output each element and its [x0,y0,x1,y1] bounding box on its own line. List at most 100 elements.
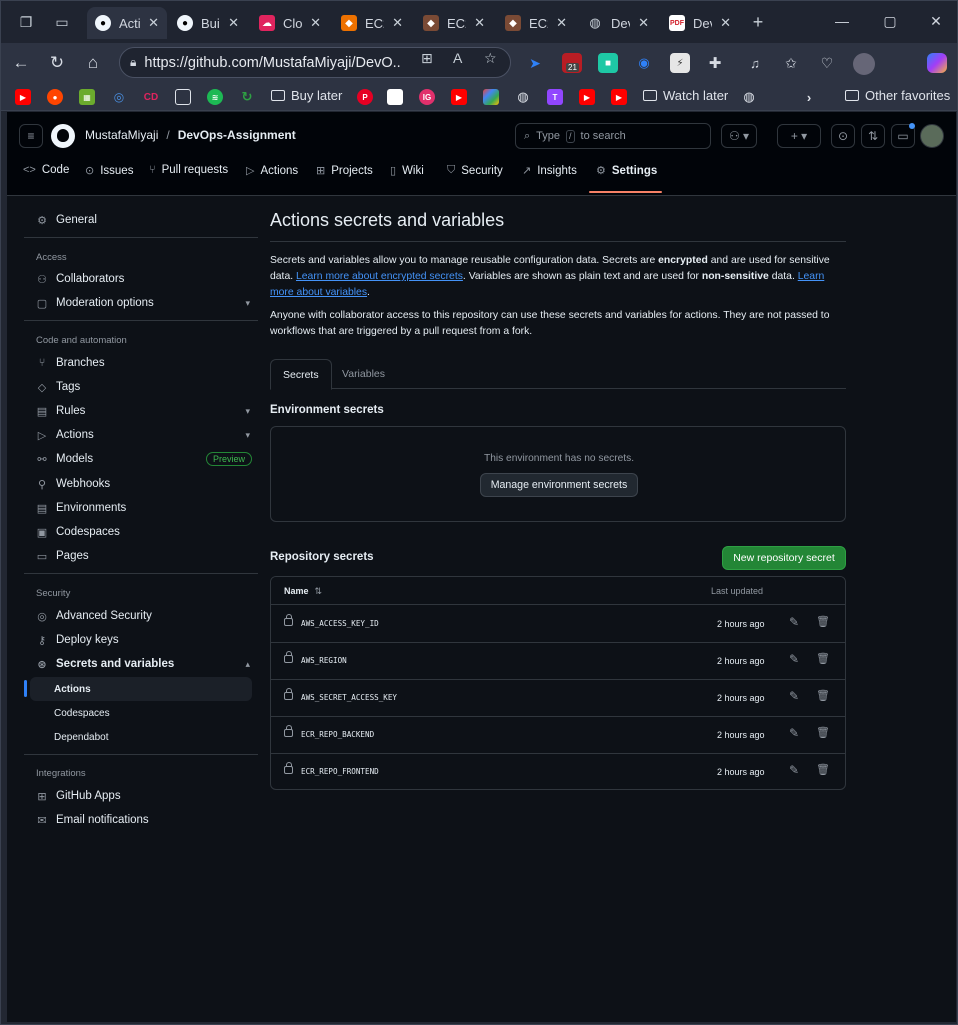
sidebar-item-branches[interactable]: ⑂ Branches [24,351,258,375]
new-tab-button[interactable]: + [747,11,769,33]
globe-icon[interactable]: ◍ [741,89,757,105]
pinterest-icon[interactable]: P [357,89,373,105]
pencil-edit-icon[interactable]: ✎ [789,689,799,703]
browser-essentials-icon[interactable]: ♡ [817,53,837,73]
close-tab-icon[interactable]: ✕ [228,15,239,31]
refresh-bookmark-icon[interactable]: ↻ [239,89,255,105]
tab-settings[interactable]: ⚙ Settings [596,164,657,178]
bookmark-icon[interactable] [387,89,403,105]
extension-icon[interactable]: 21 [562,53,582,73]
wifi-extension-icon[interactable]: ◉ [634,53,654,73]
browser-tab[interactable]: ◆ EC2 ✕ [415,7,493,39]
close-window-icon[interactable]: ✕ [921,9,951,33]
sidebar-subitem-dependabot[interactable]: Dependabot [30,725,252,749]
favorites-icon[interactable]: ✩ [781,53,801,73]
bookmark-folder-other-favorites[interactable]: Other favorites [845,88,950,103]
youtube-icon[interactable]: ▶ [579,89,595,105]
browser-tab[interactable]: ☁ Clou ✕ [251,7,329,39]
manage-environment-secrets-button[interactable]: Manage environment secrets [480,473,638,497]
extension-icon[interactable]: ⚡ [670,53,690,73]
browser-tab[interactable]: ◆ EC2 ✕ [497,7,575,39]
instagram-icon[interactable]: IG [419,89,435,105]
close-tab-icon[interactable]: ✕ [720,15,731,31]
sidebar-item-secrets-and-variables[interactable]: ⊛ Secrets and variables ▴ [24,652,258,676]
owner-link[interactable]: MustafaMiyaji [85,128,158,142]
tab-insights[interactable]: ↗ Insights [522,164,577,178]
favorite-star-icon[interactable]: ☆ [484,50,497,67]
reddit-icon[interactable]: ● [47,89,63,105]
bookmark-icon[interactable] [483,89,499,105]
twitch-icon[interactable]: T [547,89,563,105]
sort-icon[interactable]: ⇅ [315,586,323,597]
browser-tab[interactable]: PDF Dev ✕ [661,7,739,39]
sidebar-item-environments[interactable]: ▤ Environments [24,496,258,520]
chevron-right-icon[interactable]: › [801,89,817,105]
apps-icon[interactable]: ⊞ [421,50,433,67]
sidebar-subitem-codespaces[interactable]: Codespaces [30,701,252,725]
column-name[interactable]: Name ⇅ [284,586,322,597]
pencil-edit-icon[interactable]: ✎ [789,652,799,666]
trash-delete-icon[interactable]: 🗑︎ [816,763,830,776]
media-icon[interactable]: ♫ [745,53,765,73]
close-tab-icon[interactable]: ✕ [392,15,403,31]
bookmark-folder-buy-later[interactable]: Buy later [271,88,342,103]
minimize-icon[interactable]: — [827,9,857,33]
github-logo-icon[interactable] [51,124,75,148]
sidebar-item-general[interactable]: ⚙ General [24,208,258,232]
encrypted-secrets-link[interactable]: Learn more about encrypted secrets [296,271,463,282]
tab-actions[interactable]: ▷ Actions [246,164,298,178]
pencil-edit-icon[interactable]: ✎ [789,726,799,740]
puzzle-extensions-icon[interactable]: ✚ [705,53,725,73]
sidebar-item-rules[interactable]: ▤ Rules ▾ [24,399,258,423]
tab-actions-icon[interactable]: ▭ [51,11,73,33]
browser-tab-active[interactable]: ● Acti ✕ [87,7,167,39]
extension-icon[interactable]: ■ [598,53,618,73]
gamepad-icon[interactable]: ◎ [111,89,127,105]
new-repository-secret-button[interactable]: New repository secret [722,546,846,570]
youtube-icon[interactable]: ▶ [15,89,31,105]
browser-tab[interactable]: ● Buil ✕ [169,7,247,39]
tab-pull-requests[interactable]: ⑂ Pull requests [149,164,228,176]
close-tab-icon[interactable]: ✕ [474,15,485,31]
sidebar-item-pages[interactable]: ▭ Pages [24,544,258,568]
trash-delete-icon[interactable]: 🗑︎ [816,726,830,739]
hamburger-menu-icon[interactable]: ≡ [19,124,43,148]
bookmark-icon[interactable] [175,89,191,105]
pull-requests-icon[interactable]: ⇅ [861,124,885,148]
bookmark-icon[interactable]: ▦ [79,89,95,105]
close-tab-icon[interactable]: ✕ [148,15,159,31]
sidebar-item-advanced-security[interactable]: ◎ Advanced Security [24,604,258,628]
bookmark-icon[interactable]: CD [143,89,159,105]
trash-delete-icon[interactable]: 🗑︎ [816,615,830,628]
copilot-menu-button[interactable]: ⚇ ▾ [721,124,757,148]
trash-delete-icon[interactable]: 🗑︎ [816,652,830,665]
spotify-icon[interactable]: ≋ [207,89,223,105]
tab-issues[interactable]: ⊙ Issues [85,164,133,178]
back-arrow-icon[interactable]: ← [9,51,33,75]
tab-code[interactable]: <> Code [23,164,69,176]
home-icon[interactable]: ⌂ [81,51,105,75]
sidebar-item-codespaces[interactable]: ▣ Codespaces [24,520,258,544]
trash-delete-icon[interactable]: 🗑︎ [816,689,830,702]
sidebar-item-tags[interactable]: ◇ Tags [24,375,258,399]
create-new-button[interactable]: + ▾ [777,124,821,148]
close-tab-icon[interactable]: ✕ [638,15,649,31]
globe-icon[interactable]: ◍ [515,89,531,105]
repo-link[interactable]: DevOps-Assignment [178,128,296,142]
search-input[interactable]: ⌕ Type / to search [515,123,711,149]
user-avatar[interactable] [920,124,944,148]
pencil-edit-icon[interactable]: ✎ [789,763,799,777]
sidebar-item-deploy-keys[interactable]: ⚷ Deploy keys [24,628,258,652]
tab-security[interactable]: ⛉ Security [447,164,503,177]
tab-projects[interactable]: ⊞ Projects [316,164,373,178]
read-aloud-icon[interactable]: A [453,50,462,66]
pencil-edit-icon[interactable]: ✎ [789,615,799,629]
profile-avatar[interactable] [853,53,875,75]
browser-tab[interactable]: ◍ Dev ✕ [579,7,657,39]
youtube-icon[interactable]: ▶ [611,89,627,105]
sidebar-item-moderation[interactable]: ▢ Moderation options ▾ [24,291,258,315]
tab-wiki[interactable]: ▯ Wiki [390,164,424,178]
sidebar-item-email-notifications[interactable]: ✉ Email notifications [24,808,258,832]
sidebar-item-collaborators[interactable]: ⚇ Collaborators [24,267,258,291]
sidebar-item-github-apps[interactable]: ⊞ GitHub Apps [24,784,258,808]
